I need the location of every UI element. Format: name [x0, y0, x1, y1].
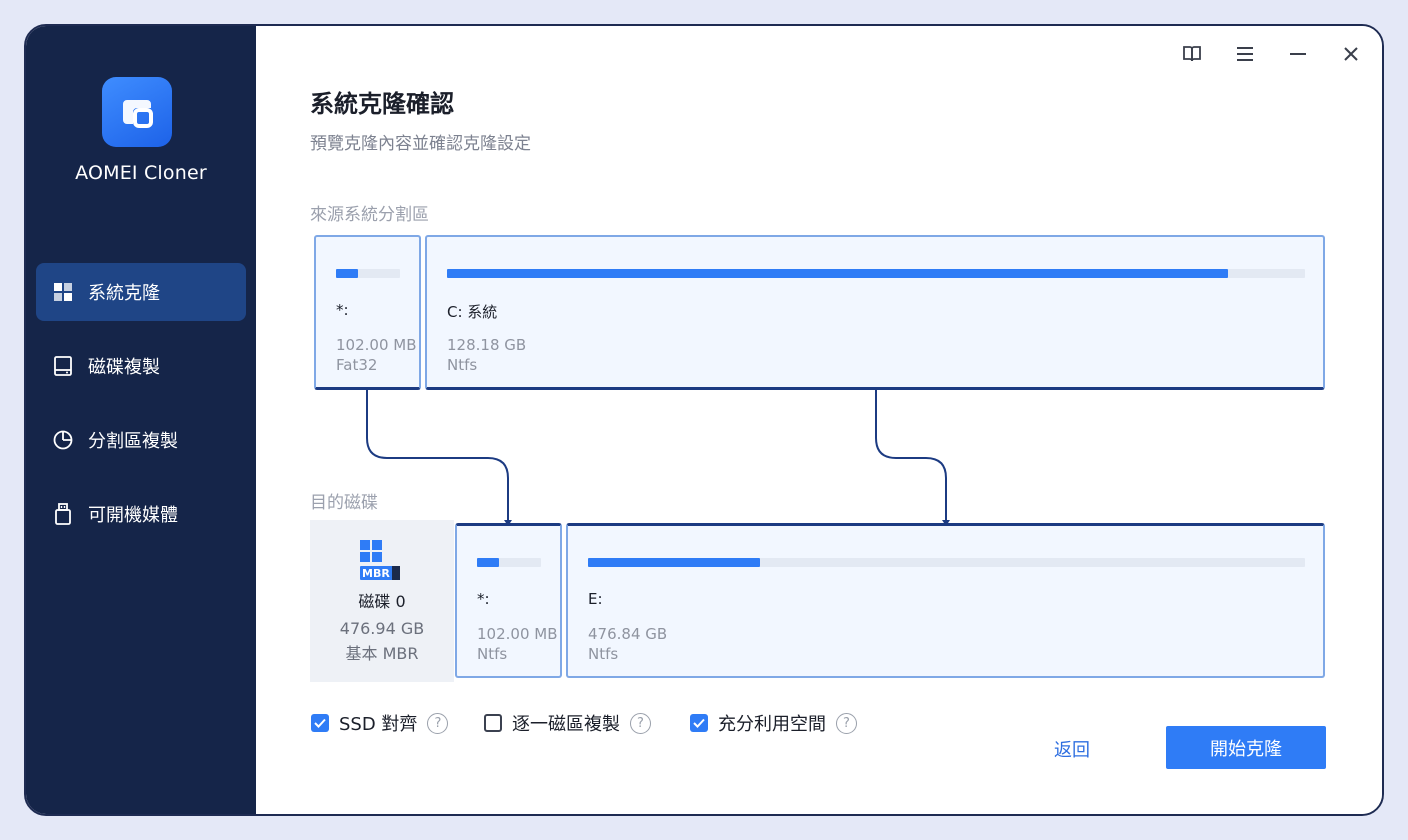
- app-logo: [102, 77, 172, 147]
- option-ssd-align[interactable]: SSD 對齊 ?: [311, 710, 449, 736]
- partition-name: *:: [477, 590, 490, 608]
- sidebar-item-label: 系統克隆: [88, 283, 160, 304]
- disk-name: 磁碟 0: [358, 592, 406, 611]
- help-icon[interactable]: ?: [836, 712, 857, 734]
- pie-chart-icon: [52, 429, 74, 451]
- app-name: AOMEI Cloner: [75, 162, 207, 184]
- windows-icon: [52, 281, 74, 303]
- option-label: 逐一磁區複製: [512, 714, 620, 735]
- target-section-label: 目的磁碟: [310, 493, 378, 513]
- clone-connectors: [366, 390, 950, 526]
- usb-icon: [52, 503, 74, 525]
- disk-type: 基本 MBR: [345, 644, 419, 663]
- connector-line: [366, 390, 509, 522]
- usage-bar-fill: [588, 558, 761, 567]
- checkbox-checked[interactable]: [690, 714, 708, 732]
- help-icon[interactable]: ?: [630, 712, 651, 734]
- sidebar-item-label: 磁碟複製: [88, 357, 160, 378]
- target-disk-card[interactable]: MBR 磁碟 0 476.94 GB 基本 MBR: [310, 520, 454, 682]
- partition-fs: Ntfs: [588, 645, 619, 663]
- partition-size: 102.00 MB: [477, 625, 558, 643]
- usage-bar-fill: [477, 558, 500, 567]
- target-partition-1[interactable]: *: 102.00 MB Ntfs: [455, 523, 562, 678]
- option-use-full-space[interactable]: 充分利用空間 ?: [690, 710, 857, 736]
- partition-fs: Ntfs: [477, 645, 508, 663]
- sidebar: AOMEI Cloner 系統克隆 磁碟複製 分割區複製 可開機媒體: [26, 26, 256, 814]
- partition-name: E:: [588, 590, 603, 608]
- sidebar-item-disk-copy[interactable]: 磁碟複製: [36, 337, 246, 395]
- start-clone-button[interactable]: 開始克隆: [1166, 726, 1326, 769]
- target-partition-e[interactable]: E: 476.84 GB Ntfs: [566, 523, 1325, 678]
- disk-size: 476.94 GB: [339, 619, 425, 638]
- disk-icon: [52, 355, 74, 377]
- back-button[interactable]: 返回: [1054, 736, 1114, 762]
- mbr-badge: MBR: [362, 567, 390, 580]
- option-label: SSD 對齊: [339, 714, 418, 735]
- main-panel: 系統克隆確認 預覽克隆內容並確認克隆設定 來源系統分割區 *: 102.00 M…: [256, 26, 1382, 814]
- checkbox-checked[interactable]: [311, 714, 329, 732]
- sidebar-item-system-clone[interactable]: 系統克隆: [36, 263, 246, 321]
- app-window: AOMEI Cloner 系統克隆 磁碟複製 分割區複製 可開機媒體 系統克隆確…: [24, 24, 1384, 816]
- sidebar-item-label: 可開機媒體: [88, 505, 178, 526]
- sidebar-item-partition-copy[interactable]: 分割區複製: [36, 411, 246, 469]
- usage-bar: [588, 558, 1305, 567]
- sidebar-item-bootable-media[interactable]: 可開機媒體: [36, 485, 246, 543]
- partition-size: 476.84 GB: [588, 625, 668, 643]
- logo-icon: [123, 100, 153, 128]
- option-label: 充分利用空間: [718, 714, 826, 735]
- sidebar-item-label: 分割區複製: [88, 431, 178, 452]
- connector-line: [875, 390, 947, 522]
- option-sector-by-sector[interactable]: 逐一磁區複製 ?: [484, 710, 651, 736]
- checkbox-unchecked[interactable]: [484, 714, 502, 732]
- help-icon[interactable]: ?: [427, 712, 449, 734]
- usage-bar: [477, 558, 541, 567]
